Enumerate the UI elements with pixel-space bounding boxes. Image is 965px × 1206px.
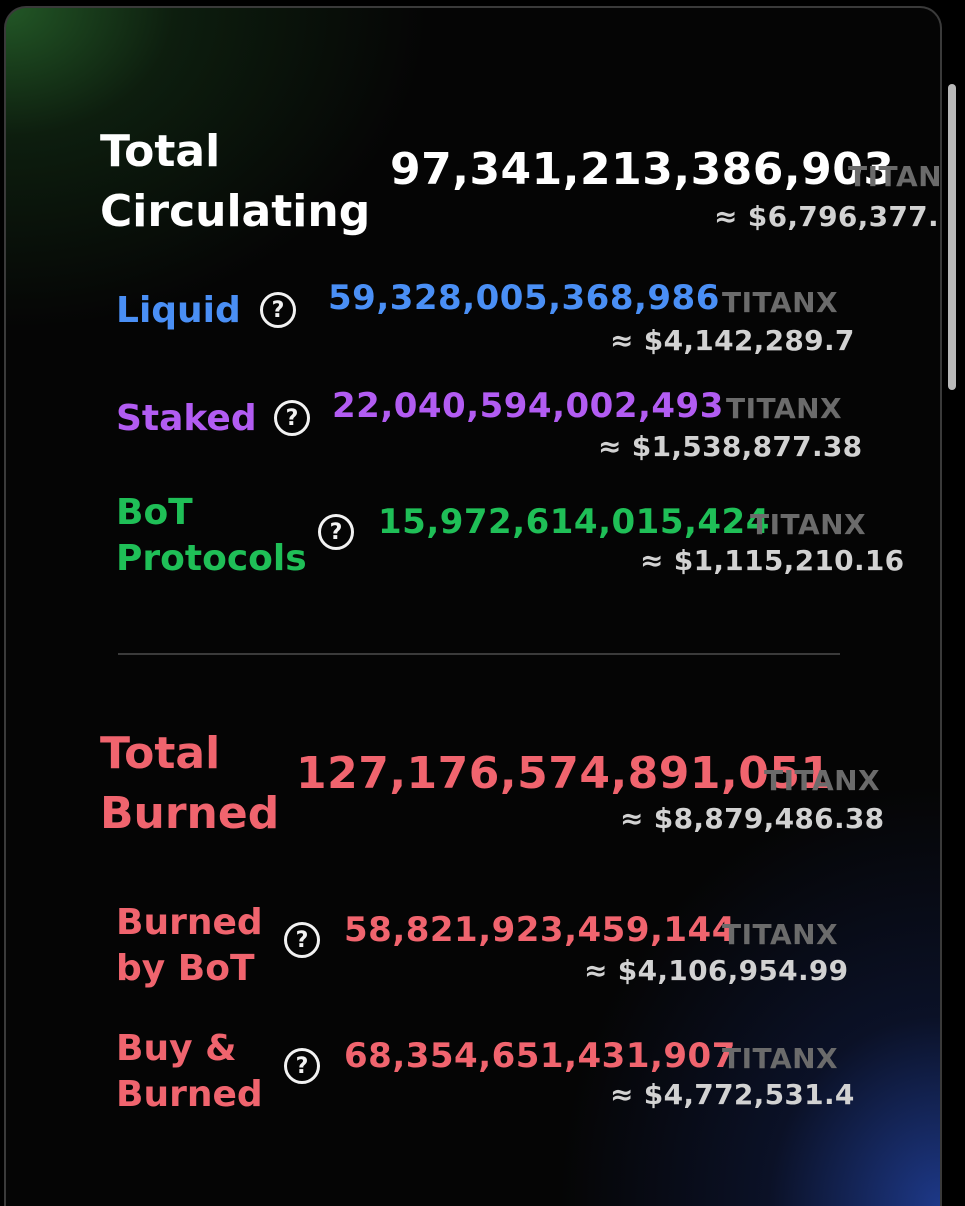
total-circulating-title: Total Circulating — [100, 122, 370, 242]
total-circulating-unit: TITANX — [848, 160, 942, 193]
bot-protocols-label-line2: Protocols — [116, 538, 307, 579]
burned-by-bot-label-line1: Burned — [116, 902, 263, 943]
bot-protocols-label: BoT Protocols — [116, 490, 307, 582]
bot-protocols-help-icon[interactable]: ? — [318, 514, 354, 550]
staked-label: Staked — [116, 398, 257, 439]
supply-stats-card: Total Circulating 97,341,213,386,903 TIT… — [4, 6, 942, 1206]
burned-by-bot-unit: TITANX — [722, 918, 839, 951]
buy-and-burned-label: Buy & Burned — [116, 1026, 263, 1118]
bot-protocols-unit: TITANX — [750, 508, 867, 541]
buy-and-burned-help-icon[interactable]: ? — [284, 1048, 320, 1084]
staked-amount: 22,040,594,002,493 — [332, 386, 724, 426]
bot-protocols-amount: 15,972,614,015,424 — [378, 502, 770, 542]
liquid-usd: ≈ $4,142,289.7 — [610, 324, 855, 357]
total-burned-title: Total Burned — [100, 724, 279, 844]
staked-unit: TITANX — [726, 392, 843, 425]
burned-by-bot-amount: 58,821,923,459,144 — [344, 910, 736, 950]
burned-by-bot-help-icon[interactable]: ? — [284, 922, 320, 958]
burned-by-bot-usd: ≈ $4,106,954.99 — [584, 954, 849, 987]
buy-and-burned-label-line1: Buy & — [116, 1028, 237, 1069]
liquid-amount: 59,328,005,368,986 — [328, 278, 720, 318]
total-circulating-amount: 97,341,213,386,903 — [390, 144, 895, 195]
staked-help-icon[interactable]: ? — [274, 400, 310, 436]
total-circulating-usd: ≈ $6,796,377.24 — [714, 200, 940, 233]
liquid-help-icon[interactable]: ? — [260, 292, 296, 328]
liquid-label: Liquid — [116, 290, 241, 331]
burned-by-bot-label: Burned by BoT — [116, 900, 263, 992]
total-burned-title-line2: Burned — [100, 788, 280, 839]
liquid-unit: TITANX — [722, 286, 839, 319]
burned-by-bot-label-line2: by BoT — [116, 948, 255, 989]
total-circulating-title-line2: Circulating — [100, 186, 371, 237]
total-burned-title-line1: Total — [100, 728, 221, 779]
buy-and-burned-usd: ≈ $4,772,531.4 — [610, 1078, 855, 1111]
bot-protocols-usd: ≈ $1,115,210.16 — [640, 544, 905, 577]
total-circulating-title-line1: Total — [100, 126, 221, 177]
buy-and-burned-unit: TITANX — [722, 1042, 839, 1075]
section-divider — [118, 653, 840, 655]
staked-usd: ≈ $1,538,877.38 — [598, 430, 863, 463]
total-burned-usd: ≈ $8,879,486.38 — [620, 802, 885, 835]
total-burned-amount: 127,176,574,891,051 — [296, 748, 832, 799]
buy-and-burned-amount: 68,354,651,431,907 — [344, 1036, 736, 1076]
scrollbar-thumb[interactable] — [948, 84, 956, 390]
buy-and-burned-label-line2: Burned — [116, 1074, 263, 1115]
total-burned-unit: TITANX — [764, 764, 881, 797]
bot-protocols-label-line1: BoT — [116, 492, 193, 533]
